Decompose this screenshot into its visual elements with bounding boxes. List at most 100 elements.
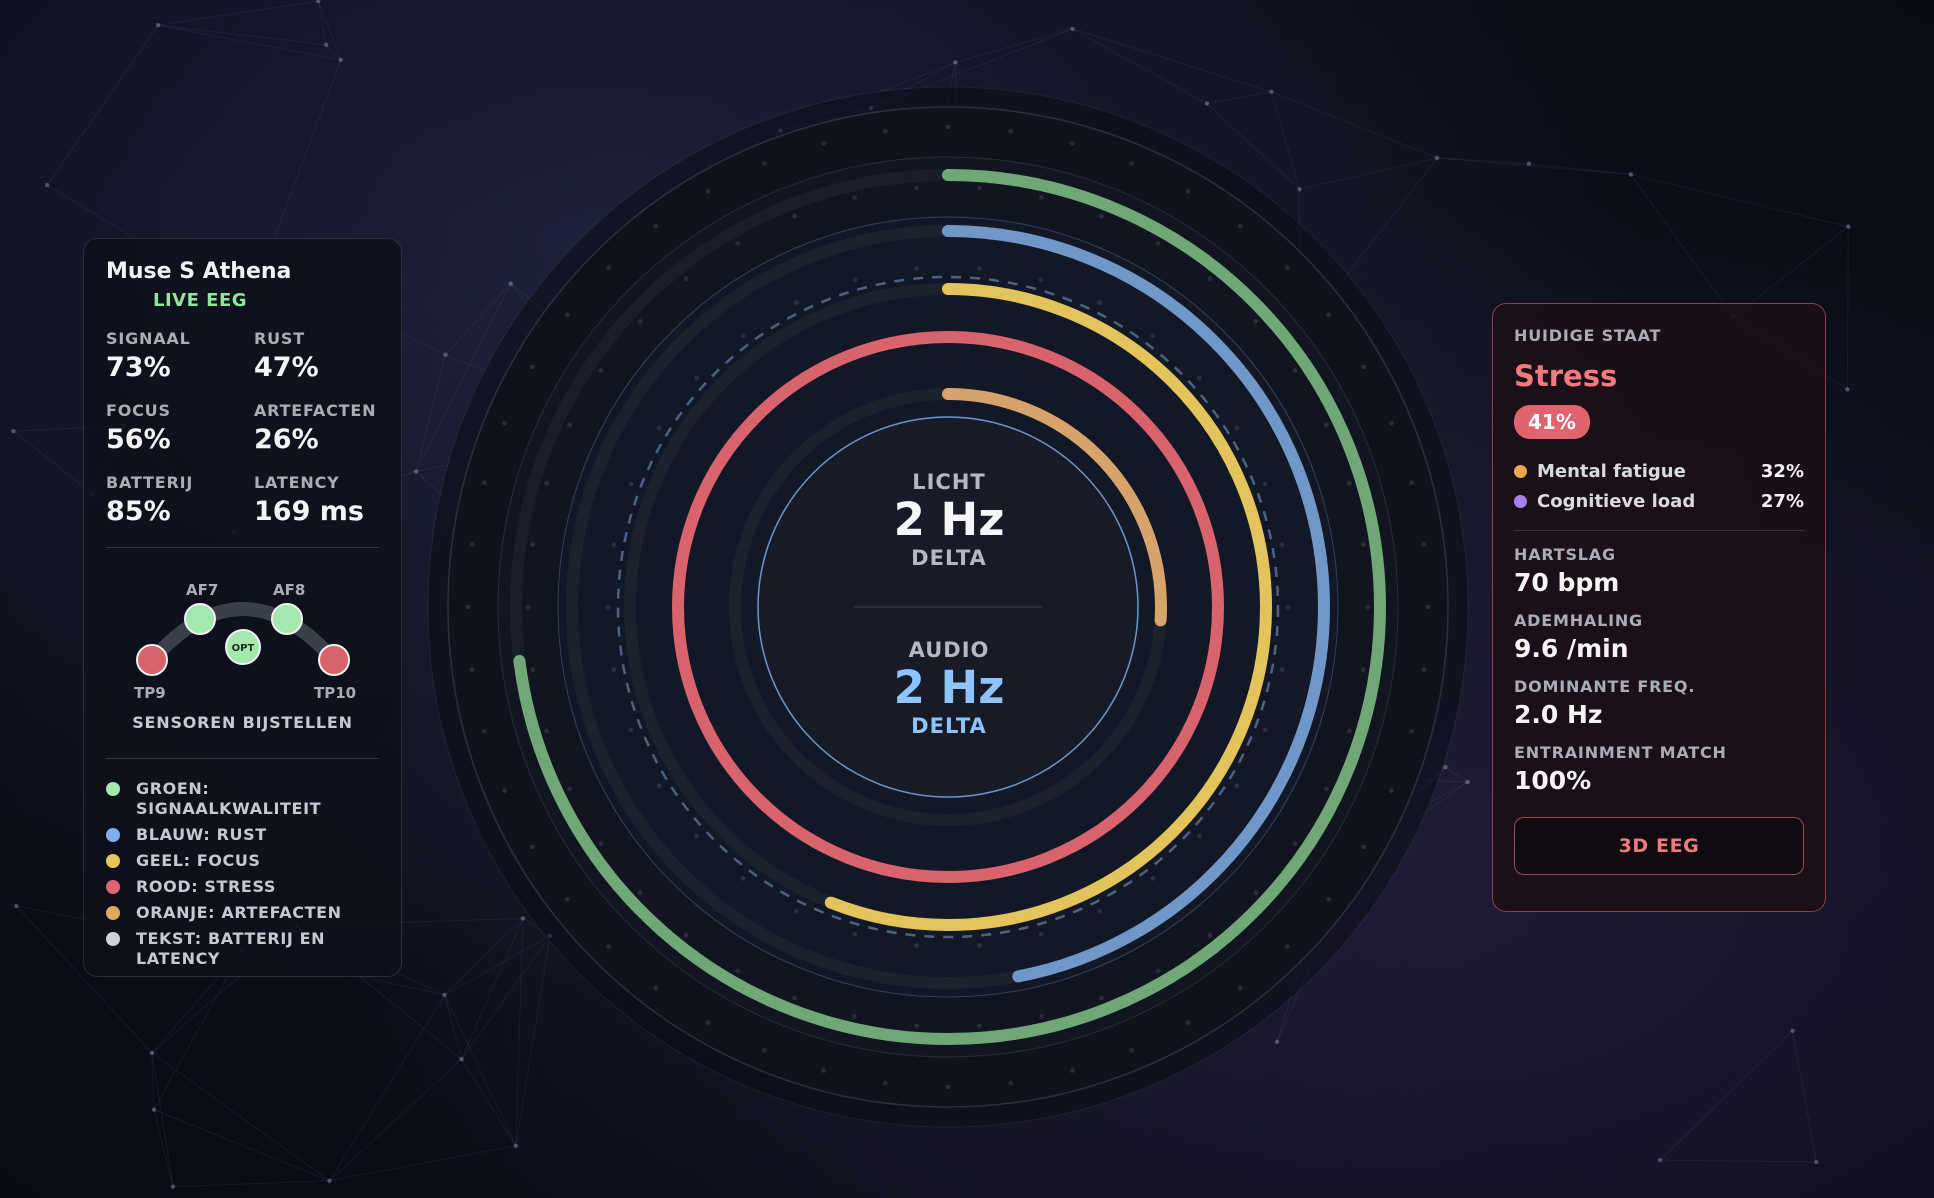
metric-label: ENTRAINMENT MATCH bbox=[1514, 743, 1727, 762]
grid-dot bbox=[882, 128, 888, 134]
grid-dot bbox=[1196, 833, 1202, 839]
grid-dot bbox=[502, 420, 507, 426]
audio-frequency: 2 Hz bbox=[893, 661, 1005, 714]
device-stats: SIGNAAL 73% RUST 47% FOCUS 56% ARTEFACTE… bbox=[106, 329, 379, 527]
current-state-name: Stress bbox=[1514, 359, 1618, 393]
grid-dot bbox=[1324, 422, 1329, 428]
grid-dot bbox=[794, 300, 799, 306]
grid-dot bbox=[1389, 788, 1394, 794]
grid-dot bbox=[1237, 985, 1243, 991]
light-frequency-readout: LICHT 2 Hz DELTA bbox=[799, 470, 1099, 570]
metric-value: 9.6 /min bbox=[1514, 634, 1629, 663]
grid-dot bbox=[914, 1023, 920, 1029]
factor-dot bbox=[1514, 465, 1527, 478]
grid-dot bbox=[1409, 728, 1415, 734]
factor-mental-fatigue: Mental fatigue 32% bbox=[1514, 461, 1804, 482]
grid-dot bbox=[852, 195, 857, 200]
grid-dot bbox=[1234, 783, 1240, 789]
grid-dot bbox=[605, 604, 611, 610]
grid-dot bbox=[735, 968, 741, 974]
grid-dot bbox=[1389, 420, 1394, 426]
stat-label: ARTEFACTEN bbox=[254, 401, 377, 420]
grid-dot bbox=[1099, 213, 1104, 219]
factor-name: Mental fatigue bbox=[1537, 461, 1686, 482]
stat-focus: FOCUS 56% bbox=[106, 401, 254, 455]
grid-dot bbox=[852, 277, 858, 283]
legend-dot-yellow bbox=[106, 854, 120, 868]
grid-dot bbox=[1150, 875, 1156, 881]
grid-dot bbox=[1185, 188, 1191, 194]
grid-dot bbox=[1155, 968, 1161, 974]
metric-label: HARTSLAG bbox=[1514, 545, 1616, 564]
grid-dot bbox=[1292, 368, 1298, 373]
grid-dot bbox=[1365, 604, 1371, 610]
legend-label: GEEL: FOCUS bbox=[136, 851, 261, 870]
af8-label: AF8 bbox=[273, 581, 306, 599]
grid-dot bbox=[656, 783, 662, 789]
grid-dot bbox=[1346, 480, 1352, 486]
grid-dot bbox=[544, 728, 550, 734]
tp10-sensor-icon[interactable] bbox=[318, 644, 350, 676]
grid-dot bbox=[683, 276, 689, 282]
stat-label: FOCUS bbox=[106, 401, 171, 420]
grid-dot bbox=[976, 185, 982, 191]
divider bbox=[106, 758, 379, 759]
tp9-sensor-icon[interactable] bbox=[136, 644, 168, 676]
grid-dot bbox=[1038, 931, 1044, 937]
grid-dot bbox=[1039, 195, 1044, 200]
grid-dot bbox=[637, 890, 643, 896]
grid-dot bbox=[525, 604, 531, 610]
metric-dominant-frequency: DOMINANTE FREQ. 2.0 Hz bbox=[1514, 677, 1804, 729]
legend-item: BLAUW: RUST bbox=[106, 825, 379, 845]
stat-artifacts: ARTEFACTEN 26% bbox=[254, 401, 379, 455]
metric-label: DOMINANTE FREQ. bbox=[1514, 677, 1696, 696]
grid-dot bbox=[1097, 908, 1102, 914]
grid-dot bbox=[1279, 667, 1285, 672]
grid-dot bbox=[1150, 333, 1156, 339]
metric-entrainment-match: ENTRAINMENT MATCH 100% bbox=[1514, 743, 1804, 795]
3d-eeg-button[interactable]: 3D EEG bbox=[1514, 817, 1804, 875]
grid-dot bbox=[976, 943, 982, 948]
grid-dot bbox=[914, 266, 920, 271]
stat-battery: BATTERIJ 85% bbox=[106, 473, 254, 527]
grid-dot bbox=[465, 604, 471, 610]
audio-frequency-readout: AUDIO 2 Hz DELTA bbox=[799, 638, 1099, 738]
grid-dot bbox=[1039, 1014, 1044, 1019]
grid-dot bbox=[914, 185, 920, 191]
tp10-label: TP10 bbox=[314, 684, 357, 702]
sensor-placement-diagram[interactable]: OPT AF7 AF8 TP9 TP10 SENSOREN BIJSTELLEN bbox=[106, 568, 379, 748]
stat-value: 85% bbox=[106, 496, 171, 527]
grid-dot bbox=[1285, 944, 1290, 949]
grid-dot bbox=[1361, 844, 1367, 850]
legend-item: GEEL: FOCUS bbox=[106, 851, 379, 871]
grid-dot bbox=[530, 542, 536, 547]
device-name: Muse S Athena bbox=[106, 259, 292, 284]
adjust-sensors-label[interactable]: SENSOREN BIJSTELLEN bbox=[106, 713, 379, 732]
stat-signal: SIGNAAL 73% bbox=[106, 329, 254, 383]
grid-dot bbox=[852, 931, 858, 937]
legend-dot-red bbox=[106, 880, 120, 894]
grid-dot bbox=[1008, 1080, 1014, 1086]
metric-label: ADEMHALING bbox=[1514, 611, 1643, 630]
light-label: LICHT bbox=[912, 470, 986, 494]
grid-dot bbox=[792, 213, 797, 219]
grid-dot bbox=[529, 364, 535, 370]
grid-dot bbox=[1292, 841, 1298, 846]
grid-dot bbox=[976, 1023, 982, 1029]
grid-dot bbox=[821, 1068, 827, 1074]
legend-label: BLAUW: RUST bbox=[136, 825, 267, 844]
grid-dot bbox=[1196, 375, 1202, 381]
grid-dot bbox=[735, 240, 741, 246]
grid-dot bbox=[1421, 541, 1427, 547]
grid-dot bbox=[637, 318, 643, 324]
af7-sensor-icon[interactable] bbox=[184, 603, 216, 635]
grid-dot bbox=[653, 223, 659, 229]
divider bbox=[1514, 530, 1804, 531]
grid-dot bbox=[564, 312, 570, 318]
metric-value: 2.0 Hz bbox=[1514, 700, 1603, 729]
grid-dot bbox=[628, 481, 634, 487]
legend-item: TEKST: BATTERIJ EN LATENCY bbox=[106, 929, 379, 969]
grid-dot bbox=[653, 985, 659, 991]
grid-dot bbox=[1360, 542, 1366, 547]
af8-sensor-icon[interactable] bbox=[271, 603, 303, 635]
